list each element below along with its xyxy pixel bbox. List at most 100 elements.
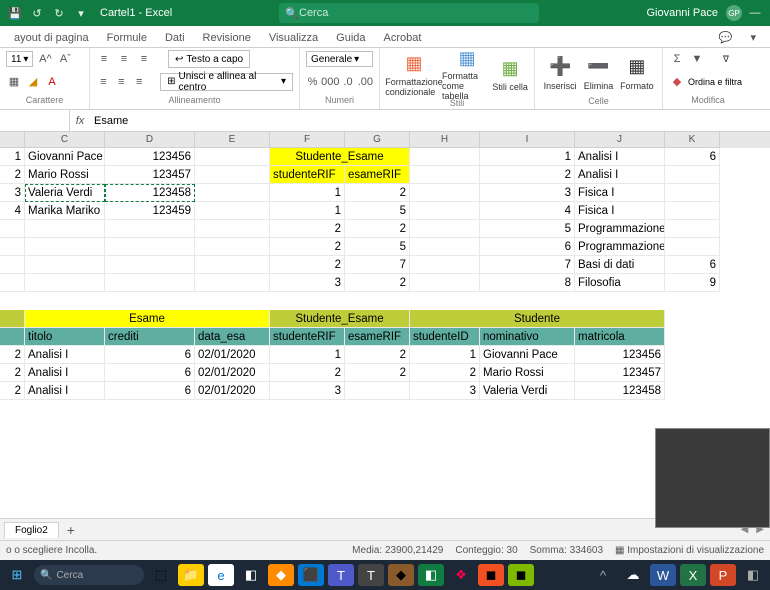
cell[interactable] xyxy=(195,256,270,274)
cell[interactable]: 1 xyxy=(410,346,480,364)
app-icon[interactable]: ⬛ xyxy=(298,564,324,586)
cell[interactable] xyxy=(195,274,270,292)
cell[interactable]: 1 xyxy=(270,346,345,364)
cell[interactable]: 2 xyxy=(270,238,345,256)
align-right-icon[interactable]: ≡ xyxy=(132,74,147,90)
cell-styles-button[interactable]: ▦Stili cella xyxy=(492,50,528,98)
cell[interactable] xyxy=(195,238,270,256)
cell[interactable]: 4 xyxy=(0,202,25,220)
formula-input[interactable]: Esame xyxy=(90,115,770,127)
cell[interactable]: 4 xyxy=(480,202,575,220)
cell[interactable] xyxy=(105,256,195,274)
cell[interactable] xyxy=(0,220,25,238)
cell[interactable] xyxy=(410,148,480,166)
minimize-icon[interactable]: — xyxy=(746,4,764,22)
cell[interactable]: data_esa xyxy=(195,328,270,346)
cond-format-button[interactable]: ▦Formattazione condizionale xyxy=(386,50,442,98)
align-bot-icon[interactable]: ≡ xyxy=(136,51,152,67)
cell[interactable] xyxy=(195,184,270,202)
excel-icon[interactable]: X xyxy=(680,564,706,586)
cell[interactable]: studenteRIF xyxy=(270,328,345,346)
cell[interactable]: esameRIF xyxy=(345,166,410,184)
cell[interactable] xyxy=(0,310,25,328)
col-header[interactable]: C xyxy=(25,132,105,148)
cell[interactable]: 6 xyxy=(105,346,195,364)
start-button[interactable]: ⊞ xyxy=(4,564,30,586)
cell[interactable] xyxy=(25,274,105,292)
cell[interactable]: 3 xyxy=(270,382,345,400)
cell[interactable]: Giovanni Pace xyxy=(480,346,575,364)
cell[interactable]: 123457 xyxy=(105,166,195,184)
cell[interactable]: 2 xyxy=(270,220,345,238)
cell[interactable] xyxy=(0,238,25,256)
cell[interactable]: 1 xyxy=(270,184,345,202)
cell[interactable] xyxy=(665,166,720,184)
cell[interactable] xyxy=(410,274,480,292)
cell[interactable]: Valeria Verdi xyxy=(25,184,105,202)
search-box[interactable]: 🔍 Cerca xyxy=(279,3,539,23)
tab-data[interactable]: Dati xyxy=(157,29,193,47)
comment-icon[interactable]: 💬 xyxy=(711,28,741,47)
cell[interactable]: 3 xyxy=(480,184,575,202)
task-view-icon[interactable]: ⬚ xyxy=(148,564,174,586)
percent-icon[interactable]: % xyxy=(306,74,319,90)
fill-color-icon[interactable]: ◢ xyxy=(25,74,41,90)
save-icon[interactable]: 💾 xyxy=(6,4,24,22)
cell[interactable]: nominativo xyxy=(480,328,575,346)
cell[interactable]: 123456 xyxy=(575,346,665,364)
cell[interactable] xyxy=(105,274,195,292)
cell[interactable]: studenteID xyxy=(410,328,480,346)
cell[interactable]: 123458 xyxy=(105,184,195,202)
app-icon[interactable]: ◆ xyxy=(388,564,414,586)
cell[interactable]: 1 xyxy=(270,202,345,220)
cell[interactable]: 02/01/2020 xyxy=(195,364,270,382)
undo-icon[interactable]: ↺ xyxy=(28,4,46,22)
cell[interactable] xyxy=(105,220,195,238)
cell[interactable] xyxy=(105,238,195,256)
name-box[interactable] xyxy=(0,110,70,131)
app-icon[interactable]: T xyxy=(358,564,384,586)
number-format-combo[interactable]: Generale ▾ xyxy=(306,51,373,67)
cell[interactable]: 5 xyxy=(345,202,410,220)
cell[interactable]: 2 xyxy=(0,382,25,400)
cell[interactable]: Studente xyxy=(410,310,665,328)
cell[interactable]: Analisi I xyxy=(25,382,105,400)
cell[interactable]: Esame xyxy=(25,310,270,328)
cell[interactable]: 2 xyxy=(345,274,410,292)
cell[interactable]: studenteRIF xyxy=(270,166,345,184)
tab-formula[interactable]: Formule xyxy=(99,29,155,47)
align-top-icon[interactable]: ≡ xyxy=(96,51,112,67)
teams-icon[interactable]: T xyxy=(328,564,354,586)
cell[interactable]: 02/01/2020 xyxy=(195,382,270,400)
cell[interactable]: 02/01/2020 xyxy=(195,346,270,364)
ppt-icon[interactable]: P xyxy=(710,564,736,586)
col-header[interactable]: G xyxy=(345,132,410,148)
border-icon[interactable]: ▦ xyxy=(6,74,22,90)
cell[interactable]: 7 xyxy=(345,256,410,274)
cell[interactable]: Analisi I xyxy=(25,346,105,364)
app-icon[interactable]: ◼ xyxy=(508,564,534,586)
delete-button[interactable]: ➖Elimina xyxy=(579,50,617,96)
cell[interactable]: 5 xyxy=(480,220,575,238)
cell[interactable]: 5 xyxy=(345,238,410,256)
cell[interactable]: Marika Mariko xyxy=(25,202,105,220)
word-icon[interactable]: W xyxy=(650,564,676,586)
format-button[interactable]: ▦Formato xyxy=(618,50,656,96)
dropdown-icon[interactable]: ▾ xyxy=(72,4,90,22)
cell[interactable]: 2 xyxy=(345,220,410,238)
cell[interactable]: 6 xyxy=(665,148,720,166)
increase-font-icon[interactable]: A^ xyxy=(37,51,53,67)
cell[interactable] xyxy=(410,220,480,238)
autosum-icon[interactable]: Σ xyxy=(669,51,685,67)
cell[interactable]: 2 xyxy=(345,346,410,364)
comma-icon[interactable]: 000 xyxy=(322,74,338,90)
cell[interactable] xyxy=(345,382,410,400)
cell[interactable]: 123459 xyxy=(105,202,195,220)
col-header[interactable]: E xyxy=(195,132,270,148)
wrap-text-button[interactable]: ↩ Testo a capo xyxy=(168,50,250,68)
col-header[interactable]: D xyxy=(105,132,195,148)
tab-acrobat[interactable]: Acrobat xyxy=(376,29,430,47)
cell[interactable]: esameRIF xyxy=(345,328,410,346)
display-settings[interactable]: ▦ Impostazioni di visualizzazione xyxy=(615,545,764,556)
cell[interactable] xyxy=(25,238,105,256)
